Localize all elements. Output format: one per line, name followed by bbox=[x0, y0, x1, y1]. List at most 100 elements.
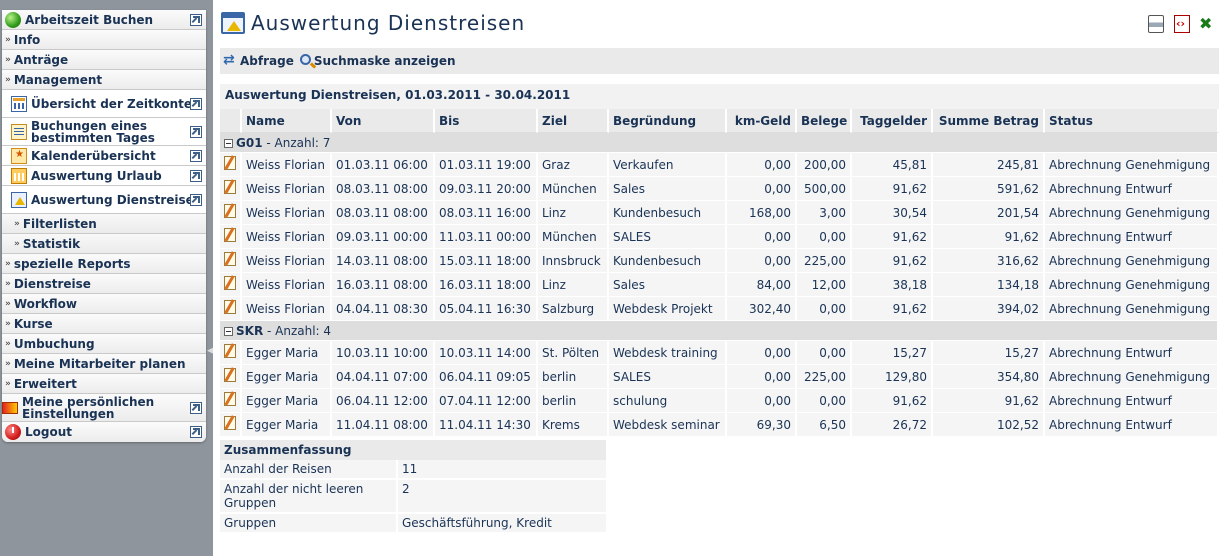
table-cell: Krems bbox=[538, 413, 609, 437]
print-icon[interactable] bbox=[1148, 15, 1164, 33]
sidebar-item-umbuchung[interactable]: » Umbuchung bbox=[2, 334, 206, 354]
column-header[interactable]: Name bbox=[242, 109, 332, 133]
sidebar-item-kurse[interactable]: » Kurse bbox=[2, 314, 206, 334]
table-row[interactable]: Weiss Florian 01.03.11 06:00 01.03.11 19:0… bbox=[220, 153, 1219, 177]
sidebar-item-buchungen-tag[interactable]: Buchungen eines bestimmten Tages bbox=[2, 118, 206, 146]
sidebar-item-auswertung-dienstreisen[interactable]: Auswertung Dienstreisen bbox=[2, 186, 206, 214]
sidebar-item-zeitkonten[interactable]: Übersicht der Zeitkonten bbox=[2, 90, 206, 118]
edit-icon[interactable] bbox=[224, 252, 236, 266]
table-cell: Linz bbox=[538, 273, 609, 297]
edit-icon[interactable] bbox=[224, 368, 236, 382]
summary-label: Anzahl der Reisen bbox=[220, 460, 398, 480]
table-row[interactable]: Egger Maria 10.03.11 10:00 10.03.11 14:00 S… bbox=[220, 341, 1219, 365]
table-cell: Weiss Florian bbox=[242, 297, 332, 321]
table-row[interactable]: Egger Maria 06.04.11 12:00 07.04.11 12:00 b… bbox=[220, 389, 1219, 413]
refresh-icon bbox=[223, 52, 237, 69]
collapse-group-icon[interactable] bbox=[224, 138, 233, 148]
main-content: Auswertung Dienstreisen ✖ Abfrage Suchma… bbox=[213, 0, 1224, 556]
sidebar-item-kalenderuebersicht[interactable]: Kalenderübersicht bbox=[2, 146, 206, 166]
chevron-right-icon: » bbox=[5, 258, 11, 269]
table-cell: 09.03.11 20:00 bbox=[435, 177, 538, 201]
table-cell: 134,18 bbox=[933, 273, 1045, 297]
sidebar-item-auswertung-urlaub[interactable]: Auswertung Urlaub bbox=[2, 166, 206, 186]
open-external-icon[interactable] bbox=[190, 401, 202, 414]
table-cell: 12,00 bbox=[797, 273, 852, 297]
table-cell: Innsbruck bbox=[538, 249, 609, 273]
sidebar-item-statistik[interactable]: » Statistik bbox=[2, 234, 206, 254]
column-header[interactable]: Begründung bbox=[609, 109, 727, 133]
report-table: Name Von Bis Ziel Begründung km-Geld Bel… bbox=[220, 109, 1219, 437]
table-row[interactable]: Egger Maria 11.04.11 08:00 11.04.11 14:30 K… bbox=[220, 413, 1219, 437]
table-row[interactable]: Egger Maria 04.04.11 07:00 06.04.11 09:05 b… bbox=[220, 365, 1219, 389]
chevron-right-icon: » bbox=[5, 34, 11, 45]
column-header[interactable]: Belege bbox=[797, 109, 852, 133]
sidebar-item-dienstreise[interactable]: » Dienstreise bbox=[2, 274, 206, 294]
edit-icon[interactable] bbox=[224, 276, 236, 290]
column-header[interactable]: Von bbox=[332, 109, 435, 133]
group-count: - Anzahl: 7 bbox=[262, 135, 331, 150]
edit-icon[interactable] bbox=[224, 300, 236, 314]
column-header[interactable]: Ziel bbox=[538, 109, 609, 133]
edit-icon[interactable] bbox=[224, 344, 236, 358]
sidebar-item-label: Logout bbox=[25, 425, 73, 439]
open-external-icon[interactable] bbox=[190, 426, 202, 438]
edit-icon[interactable] bbox=[224, 156, 236, 170]
sidebar-item-info[interactable]: » Info bbox=[2, 30, 206, 50]
sidebar-item-workflow[interactable]: » Workflow bbox=[2, 294, 206, 314]
sidebar-item-erweitert[interactable]: » Erweitert bbox=[2, 374, 206, 394]
edit-cell bbox=[220, 297, 242, 321]
table-cell: 0,00 bbox=[797, 341, 852, 365]
open-external-icon[interactable] bbox=[190, 125, 202, 138]
sidebar-item-label: Workflow bbox=[13, 296, 78, 311]
collapse-group-icon[interactable] bbox=[224, 326, 233, 336]
calendar-icon bbox=[11, 147, 27, 164]
table-row[interactable]: Weiss Florian 09.03.11 00:00 11.03.11 00:0… bbox=[220, 225, 1219, 249]
column-header[interactable]: Status bbox=[1045, 109, 1219, 133]
table-cell: 0,00 bbox=[727, 389, 797, 413]
edit-icon[interactable] bbox=[224, 204, 236, 218]
column-header[interactable]: Taggelder bbox=[852, 109, 933, 133]
excel-export-icon[interactable]: ✖ bbox=[1199, 15, 1215, 33]
table-cell: 591,62 bbox=[933, 177, 1045, 201]
column-header[interactable]: Summe Betrag bbox=[933, 109, 1045, 133]
sidebar-item-management[interactable]: » Management bbox=[2, 70, 206, 90]
sidebar-item-einstellungen[interactable]: Meine persönlichen Einstellungen bbox=[2, 394, 206, 422]
sidebar-item-antraege[interactable]: » Anträge bbox=[2, 50, 206, 70]
chevron-right-icon: » bbox=[5, 358, 11, 369]
sidebar-item-logout[interactable]: Logout bbox=[2, 422, 206, 442]
sidebar-item-mitarbeiter-planen[interactable]: » Meine Mitarbeiter planen bbox=[2, 354, 206, 374]
edit-icon[interactable] bbox=[224, 392, 236, 406]
open-external-icon[interactable] bbox=[190, 13, 202, 26]
summary-table: Zusammenfassung Anzahl der Reisen 11 Anz… bbox=[220, 440, 606, 534]
column-header[interactable]: Bis bbox=[435, 109, 538, 133]
open-external-icon[interactable] bbox=[190, 193, 202, 206]
table-row[interactable]: Weiss Florian 08.03.11 08:00 08.03.11 16:0… bbox=[220, 201, 1219, 225]
table-cell: Weiss Florian bbox=[242, 177, 332, 201]
edit-icon[interactable] bbox=[224, 180, 236, 194]
suchmaske-button[interactable]: Suchmaske anzeigen bbox=[299, 54, 456, 68]
open-external-icon[interactable] bbox=[190, 169, 202, 182]
table-cell: 0,00 bbox=[727, 177, 797, 201]
open-external-icon[interactable] bbox=[190, 149, 202, 162]
table-row[interactable]: Weiss Florian 14.03.11 08:00 15.03.11 18:0… bbox=[220, 249, 1219, 273]
edit-icon[interactable] bbox=[224, 416, 236, 430]
table-cell: Abrechnung Genehmigung bbox=[1045, 365, 1219, 389]
navigation-menu: Arbeitszeit Buchen » Info » Anträge » Ma… bbox=[2, 10, 206, 442]
sidebar: Arbeitszeit Buchen » Info » Anträge » Ma… bbox=[0, 0, 214, 556]
table-row[interactable]: Weiss Florian 16.03.11 08:00 16.03.11 18:0… bbox=[220, 273, 1219, 297]
sidebar-item-filterlisten[interactable]: » Filterlisten bbox=[2, 214, 206, 234]
sidebar-item-arbeitszeit-buchen[interactable]: Arbeitszeit Buchen bbox=[2, 10, 206, 30]
open-external-icon[interactable] bbox=[190, 97, 202, 110]
table-cell: 10.03.11 10:00 bbox=[332, 341, 435, 365]
table-cell: 0,00 bbox=[797, 225, 852, 249]
abfrage-button[interactable]: Abfrage bbox=[223, 52, 294, 69]
edit-icon[interactable] bbox=[224, 228, 236, 242]
sidebar-item-spezielle-reports[interactable]: » spezielle Reports bbox=[2, 254, 206, 274]
table-cell: 500,00 bbox=[797, 177, 852, 201]
table-row[interactable]: Weiss Florian 04.04.11 08:30 05.04.11 16:3… bbox=[220, 297, 1219, 321]
table-cell: 91,62 bbox=[852, 249, 933, 273]
group-row: SKR - Anzahl: 4 bbox=[220, 321, 1219, 341]
column-header[interactable]: km-Geld bbox=[727, 109, 797, 133]
table-row[interactable]: Weiss Florian 08.03.11 08:00 09.03.11 20:0… bbox=[220, 177, 1219, 201]
pdf-export-icon[interactable] bbox=[1174, 15, 1190, 33]
